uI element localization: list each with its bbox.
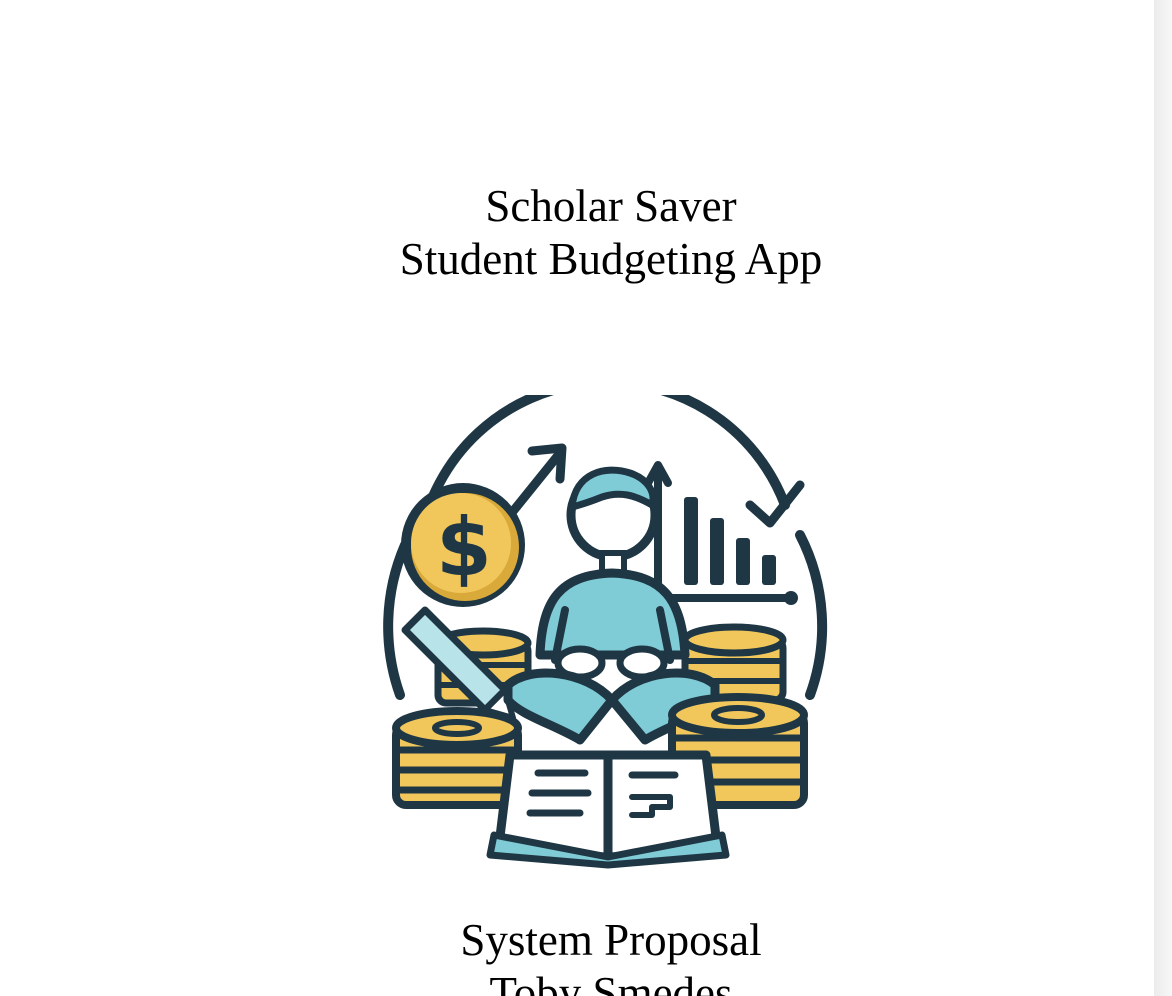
proposal-block: System Proposal Toby Smedes [0, 914, 1154, 996]
author-name: Toby Smedes [489, 968, 733, 996]
page-edge [1154, 0, 1172, 996]
document-viewport: Scholar Saver Student Budgeting App $ Sy… [0, 0, 1172, 996]
coin-dollar-sign: $ [436, 501, 492, 594]
document-title: Scholar Saver [485, 181, 737, 231]
title-block: Scholar Saver Student Budgeting App [0, 180, 1154, 286]
proposal-label: System Proposal [460, 915, 762, 965]
document-subtitle: Student Budgeting App [399, 234, 823, 284]
student-budgeting-logo-icon: $ [383, 395, 828, 869]
document-page: Scholar Saver Student Budgeting App $ Sy… [0, 0, 1154, 996]
